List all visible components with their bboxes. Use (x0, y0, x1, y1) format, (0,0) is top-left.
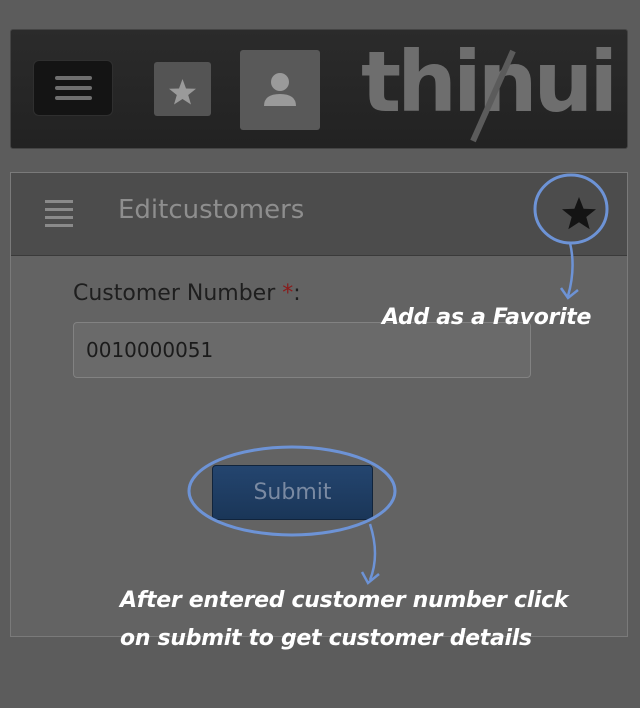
list-icon[interactable] (45, 198, 75, 228)
star-icon (169, 79, 196, 105)
app-top-bar: thinui (10, 29, 628, 149)
favorites-button[interactable] (154, 62, 211, 116)
favorite-annotation: Add as a Favorite (382, 305, 592, 330)
edit-customers-panel: Editcustomers Customer Number *: Submit (10, 172, 628, 637)
page-title: Editcustomers (118, 195, 305, 225)
customer-number-label-text: Customer Number (73, 281, 283, 306)
add-favorite-star-icon[interactable] (557, 192, 601, 236)
label-colon: : (293, 281, 301, 306)
submit-annotation: After entered customer number click on s… (120, 582, 620, 658)
logo-slash-mark (470, 49, 516, 143)
submit-annotation-line2: on submit to get customer details (120, 626, 532, 651)
user-icon (264, 73, 296, 106)
profile-button[interactable] (240, 50, 320, 130)
panel-header: Editcustomers (11, 173, 627, 256)
required-marker: * (282, 281, 294, 306)
submit-annotation-line1: After entered customer number click (120, 588, 569, 613)
customer-number-label: Customer Number *: (73, 281, 301, 306)
submit-button[interactable]: Submit (212, 465, 373, 520)
menu-button[interactable] (33, 60, 113, 116)
